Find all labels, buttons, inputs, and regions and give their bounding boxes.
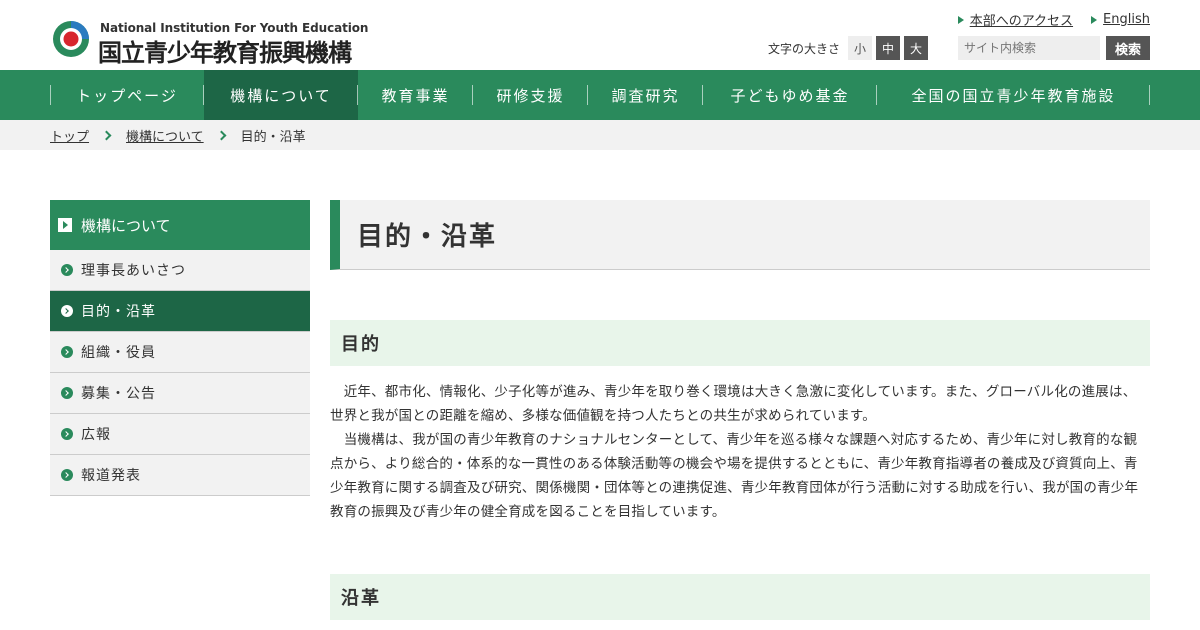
sidebar-item-recruitment[interactable]: 募集・公告 <box>50 373 310 414</box>
section-heading-history: 沿革 <box>330 574 1150 620</box>
site-header: National Institution For Youth Education… <box>0 0 1200 70</box>
header-tools: 文字の大きさ 小 中 大 検索 <box>768 36 1150 60</box>
triangle-right-icon <box>957 15 964 24</box>
sidebar-item-organization[interactable]: 組織・役員 <box>50 332 310 373</box>
global-nav: トップページ 機構について 教育事業 研修支援 調査研究 子どもゆめ基金 全国の… <box>0 70 1200 120</box>
font-size-label: 文字の大きさ <box>767 41 840 56</box>
sidebar-item-label: 目的・沿革 <box>81 304 156 320</box>
circle-arrow-icon <box>61 264 73 276</box>
circle-arrow-icon <box>61 346 73 358</box>
circle-arrow-icon <box>61 469 73 481</box>
circle-arrow-icon <box>61 387 73 399</box>
sidebar-item-pr[interactable]: 広報 <box>50 414 310 455</box>
sidebar-item-greeting[interactable]: 理事長あいさつ <box>50 250 310 291</box>
circle-arrow-icon <box>61 428 73 440</box>
breadcrumb-current: 目的・沿革 <box>240 129 306 145</box>
main-content: 目的・沿革 目的 近年、都市化、情報化、少子化等が進み、青少年を取り巻く環境は大… <box>330 200 1150 620</box>
nav-item-research[interactable]: 調査研究 <box>588 70 703 120</box>
nav-item-top[interactable]: トップページ <box>50 70 204 120</box>
sidebar-item-label: 募集・公告 <box>81 386 156 402</box>
english-link[interactable]: English <box>1091 10 1150 29</box>
nav-item-training[interactable]: 研修支援 <box>473 70 588 120</box>
chevron-right-icon <box>216 130 227 140</box>
site-search-input[interactable] <box>958 36 1100 60</box>
sidebar: 機構について 理事長あいさつ 目的・沿革 組織・役員 募集・公告 広報 報道発表 <box>50 200 310 496</box>
sidebar-item-label: 理事長あいさつ <box>81 263 186 279</box>
search-button[interactable]: 検索 <box>1106 36 1150 60</box>
purpose-paragraph: 近年、都市化、情報化、少子化等が進み、青少年を取り巻く環境は大きく急激に変化して… <box>330 380 1150 524</box>
font-size-large-button[interactable]: 大 <box>904 36 928 60</box>
sidebar-item-label: 組織・役員 <box>81 345 156 361</box>
section-heading-purpose: 目的 <box>330 320 1150 366</box>
triangle-right-icon <box>1091 15 1098 24</box>
breadcrumb-about-link[interactable]: 機構について <box>126 126 204 145</box>
nav-item-education[interactable]: 教育事業 <box>358 70 473 120</box>
access-link-label: 本部へのアクセス <box>969 14 1074 29</box>
purpose-paragraph-2: 当機構は、我が国の青少年教育のナショナルセンターとして、青少年を巡る様々な課題へ… <box>330 432 1139 520</box>
sidebar-heading-label: 機構について <box>81 216 171 235</box>
breadcrumb: トップ 機構について 目的・沿革 <box>0 120 1200 150</box>
page-title: 目的・沿革 <box>330 200 1150 270</box>
logo-mark-icon <box>53 21 89 57</box>
access-link[interactable]: 本部へのアクセス <box>957 10 1074 29</box>
sidebar-item-purpose-history[interactable]: 目的・沿革 <box>50 291 310 332</box>
chevron-right-icon <box>101 130 112 140</box>
sidebar-item-press[interactable]: 報道発表 <box>50 455 310 496</box>
play-square-icon <box>58 218 72 232</box>
sidebar-heading[interactable]: 機構について <box>50 200 310 250</box>
font-size-medium-button[interactable]: 中 <box>876 36 900 60</box>
site-logo[interactable]: National Institution For Youth Education… <box>52 20 368 67</box>
english-link-label: English <box>1103 12 1150 27</box>
nav-item-facilities[interactable]: 全国の国立青少年教育施設 <box>877 70 1150 120</box>
nav-item-about[interactable]: 機構について <box>204 70 358 120</box>
purpose-paragraph-1: 近年、都市化、情報化、少子化等が進み、青少年を取り巻く環境は大きく急激に変化して… <box>330 384 1137 424</box>
logo-japanese-text: 国立青少年教育振興機構 <box>98 39 352 67</box>
breadcrumb-top-link[interactable]: トップ <box>50 126 89 145</box>
sidebar-item-label: 報道発表 <box>81 468 141 484</box>
font-size-small-button[interactable]: 小 <box>848 36 872 60</box>
sidebar-item-label: 広報 <box>81 427 111 443</box>
nav-item-dream-fund[interactable]: 子どもゆめ基金 <box>703 70 877 120</box>
header-links: 本部へのアクセス English <box>957 10 1150 29</box>
circle-arrow-icon <box>61 305 73 317</box>
